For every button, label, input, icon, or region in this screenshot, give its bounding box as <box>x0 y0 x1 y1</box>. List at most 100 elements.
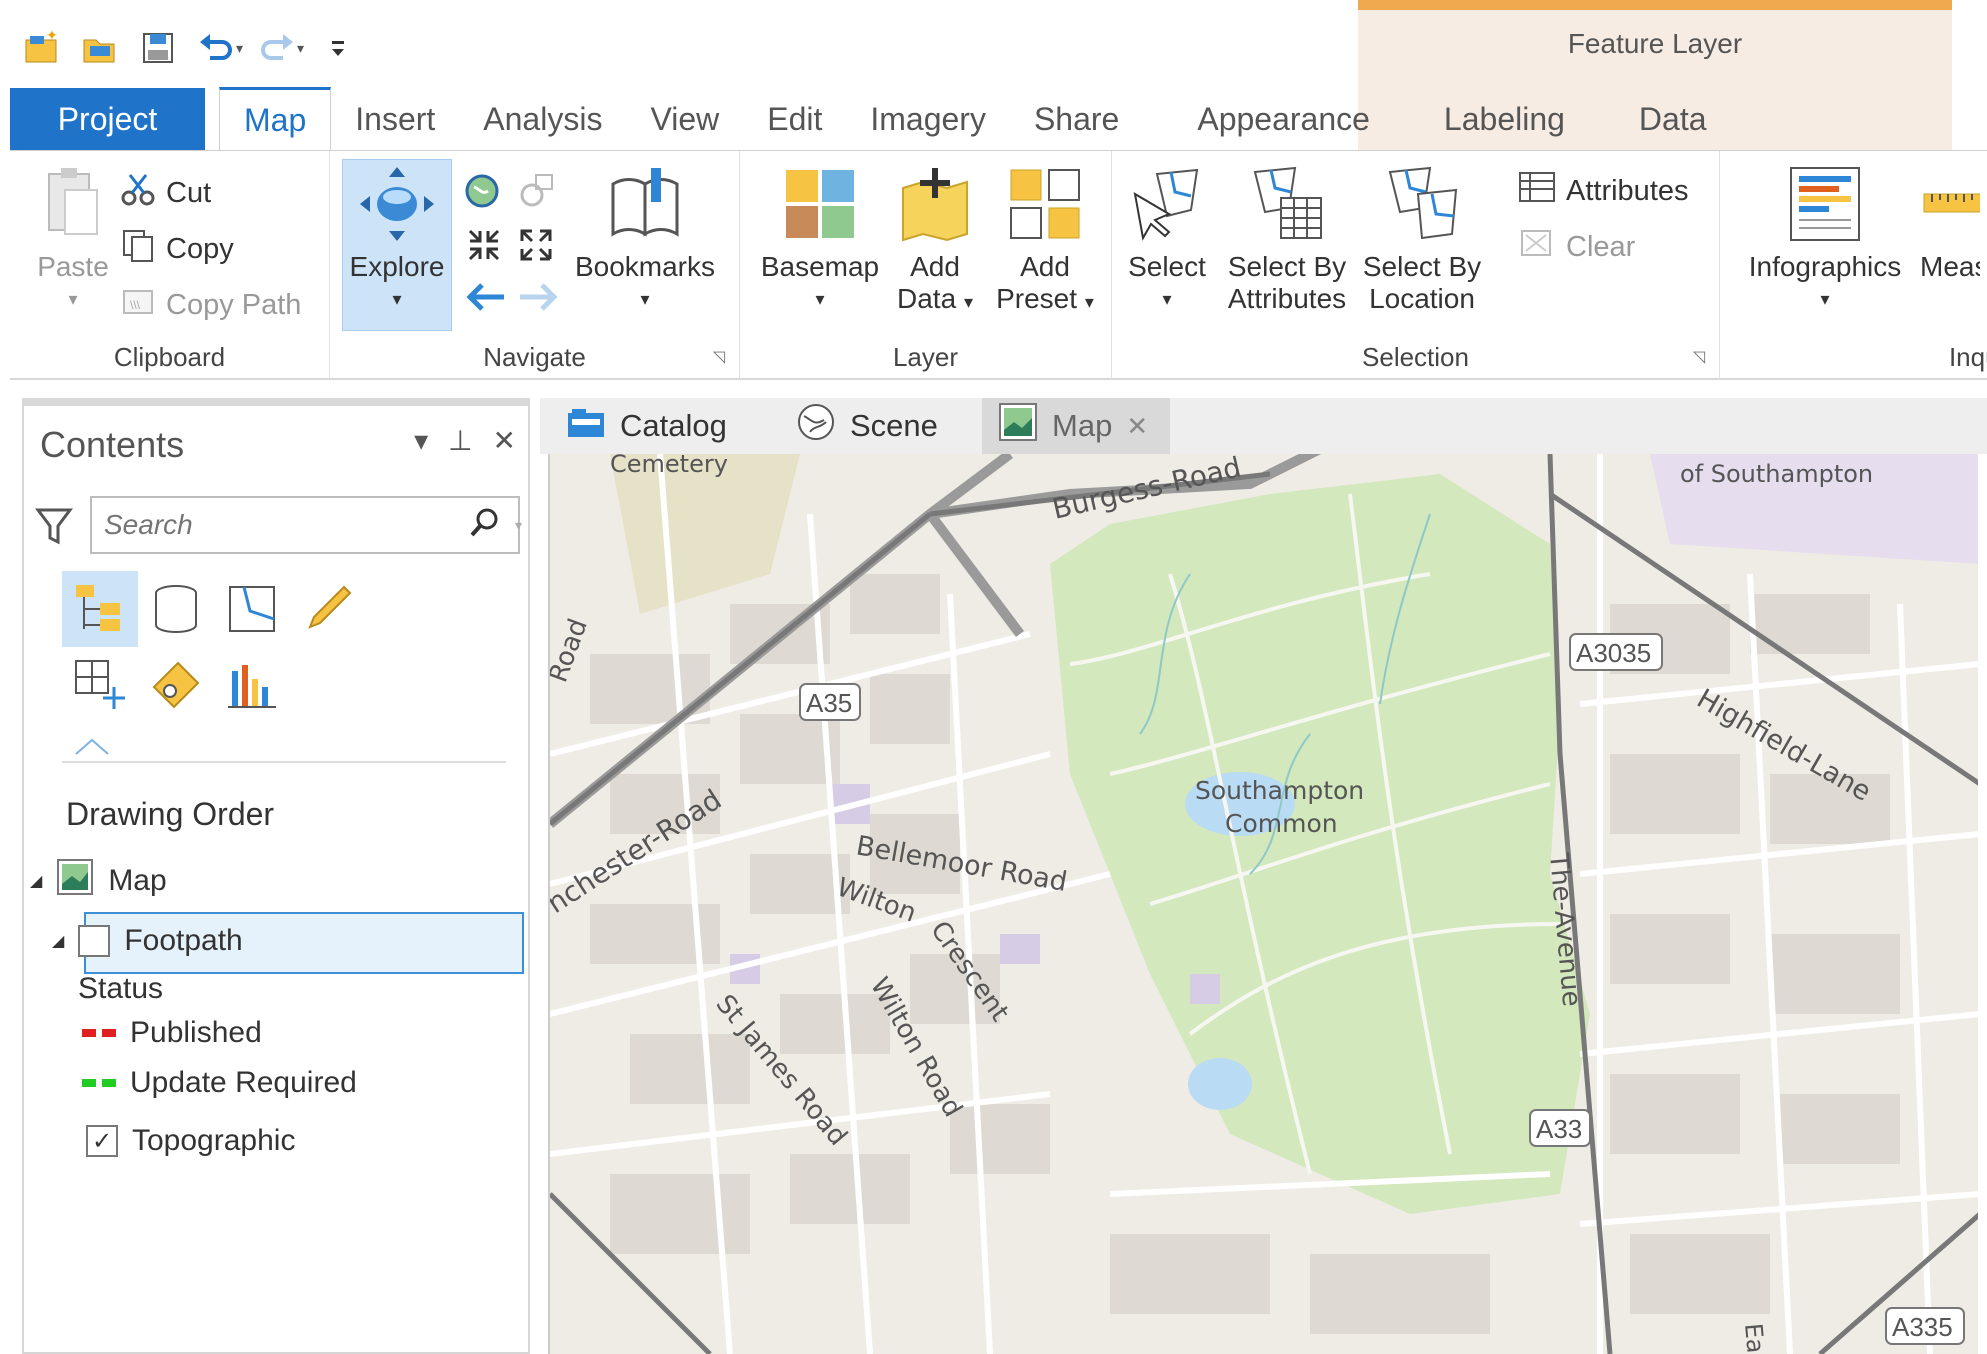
clear-label: Clear <box>1566 230 1636 263</box>
search-icon[interactable] <box>469 507 501 544</box>
tab-imagery[interactable]: Imagery <box>846 88 1010 150</box>
map-canvas[interactable]: Cemetery Burgess-Road of Southampton Roa… <box>550 454 1978 1354</box>
map-view-label: Map <box>1052 408 1113 443</box>
catalog-label: Catalog <box>620 408 727 443</box>
new-project-icon[interactable]: ✦ <box>18 24 66 72</box>
tab-catalog[interactable]: Catalog <box>550 398 743 454</box>
save-project-icon[interactable] <box>134 24 182 72</box>
add-data-button[interactable]: Add Data ▾ <box>890 159 980 318</box>
contents-pane: Contents ▾ ⊥ ✕ ▾ <box>22 398 530 1354</box>
list-by-data-source-icon[interactable] <box>138 571 214 647</box>
fixed-zoom-in-icon[interactable] <box>464 225 504 270</box>
select-by-attributes-button[interactable]: Select By Attributes <box>1222 159 1352 315</box>
topographic-layer-item[interactable]: ✓ Topographic <box>86 1124 295 1158</box>
open-project-icon[interactable] <box>76 24 124 72</box>
full-extent-icon[interactable] <box>462 171 502 216</box>
copy-button[interactable]: Copy <box>120 227 234 271</box>
list-by-selection-icon[interactable] <box>214 571 290 647</box>
undo-dropdown-icon[interactable]: ▾ <box>236 40 243 57</box>
close-pane-icon[interactable]: ✕ <box>493 424 516 457</box>
close-map-tab-icon[interactable]: ✕ <box>1126 411 1148 442</box>
basemap-dropdown-icon: ▾ <box>815 289 825 309</box>
infographics-dropdown-icon: ▾ <box>1820 289 1830 309</box>
footpath-layer-item[interactable]: ◢ Footpath <box>52 924 243 958</box>
paste-button[interactable]: Paste ▾ <box>18 159 128 315</box>
basemap-button[interactable]: Basemap ▾ <box>760 159 880 315</box>
legend-update-required[interactable]: Update Required <box>82 1066 357 1100</box>
tab-data[interactable]: Data <box>1589 88 1731 150</box>
svg-text:A3035: A3035 <box>1576 638 1651 668</box>
search-input[interactable] <box>104 509 469 541</box>
map-view[interactable]: Cemetery Burgess-Road of Southampton Roa… <box>548 454 1978 1354</box>
list-by-editing-icon[interactable] <box>290 571 366 647</box>
topographic-visibility-checkbox[interactable]: ✓ <box>86 1125 118 1157</box>
zoom-to-selection-icon[interactable] <box>516 171 556 216</box>
quick-access-toolbar: ✦ ▾ ▾ <box>18 18 362 78</box>
redo-icon[interactable] <box>253 24 301 72</box>
collapse-footpath-icon[interactable]: ◢ <box>52 931 64 951</box>
context-group-title: Feature Layer <box>1567 28 1743 59</box>
tab-analysis[interactable]: Analysis <box>459 88 626 150</box>
search-options-icon[interactable]: ▾ <box>515 517 522 534</box>
customize-qat-icon[interactable] <box>314 24 362 72</box>
filter-icon[interactable] <box>34 506 74 551</box>
clear-selection-button[interactable]: Clear <box>1518 227 1635 267</box>
navigate-group: Explore ▾ Bookmarks ▾ Navigate ◹ <box>330 151 740 379</box>
selection-group-label: Selection <box>1362 342 1469 372</box>
tab-edit[interactable]: Edit <box>743 88 846 150</box>
map-label-earls: Earls <box>1739 1322 1772 1354</box>
add-preset-label-2: Preset ▾ <box>996 283 1094 314</box>
list-by-snapping-icon[interactable] <box>62 647 138 723</box>
published-symbol-icon <box>82 1029 116 1037</box>
collapse-toolbar-icon[interactable] <box>72 736 112 761</box>
tab-insert[interactable]: Insert <box>331 88 459 150</box>
pin-icon[interactable]: ⊥ <box>448 424 472 457</box>
navigate-launcher-icon[interactable]: ◹ <box>713 347 725 367</box>
clipboard-group-label: Clipboard <box>113 342 226 372</box>
select-by-location-icon <box>1382 159 1462 249</box>
next-extent-icon[interactable] <box>516 279 560 320</box>
svg-text:A35: A35 <box>806 688 852 718</box>
measure-button[interactable]: Measure <box>1920 159 1980 283</box>
fixed-zoom-out-icon[interactable] <box>516 225 556 270</box>
layer-group: Basemap ▾ Add Data ▾ Add Preset ▾ Layer <box>740 151 1112 379</box>
previous-extent-icon[interactable] <box>464 279 508 320</box>
tab-appearance[interactable]: Appearance <box>1173 88 1394 150</box>
tab-map-view[interactable]: Map ✕ <box>982 398 1170 454</box>
undo-icon[interactable] <box>192 24 240 72</box>
list-by-charts-icon[interactable] <box>214 647 290 723</box>
contents-search-box[interactable]: ▾ <box>90 496 522 554</box>
list-by-labeling-icon[interactable] <box>138 647 214 723</box>
attributes-button[interactable]: Attributes <box>1518 171 1689 211</box>
explore-label: Explore <box>349 251 445 282</box>
tab-share[interactable]: Share <box>1010 88 1143 150</box>
tab-map[interactable]: Map <box>219 87 332 151</box>
tab-labeling[interactable]: Labeling <box>1394 88 1589 150</box>
cut-button[interactable]: Cut <box>120 171 211 215</box>
bookmarks-button[interactable]: Bookmarks ▾ <box>570 159 720 315</box>
list-by-drawing-order-icon[interactable] <box>62 571 138 647</box>
select-by-attributes-label-1: Select By <box>1227 251 1347 282</box>
tab-scene[interactable]: Scene <box>780 398 954 454</box>
selection-launcher-icon[interactable]: ◹ <box>1693 347 1705 367</box>
map-tree-item[interactable]: ◢ Map <box>30 858 167 904</box>
copy-path-button[interactable]: \\\ Copy Path <box>120 283 301 327</box>
attributes-table-icon <box>1518 171 1556 211</box>
infographics-button[interactable]: Infographics ▾ <box>1740 159 1910 315</box>
copy-path-label: Copy Path <box>166 288 302 321</box>
published-label: Published <box>130 1016 262 1049</box>
redo-dropdown-icon[interactable]: ▾ <box>297 40 304 57</box>
select-by-location-button[interactable]: Select By Location <box>1357 159 1487 315</box>
inquiry-group-label: Inquiry <box>1948 342 1987 372</box>
footpath-visibility-checkbox[interactable] <box>78 925 111 957</box>
collapse-map-icon[interactable]: ◢ <box>30 871 42 891</box>
select-button[interactable]: Select ▾ <box>1122 159 1212 315</box>
add-preset-button[interactable]: Add Preset ▾ <box>990 159 1100 318</box>
tab-project[interactable]: Project <box>10 88 205 150</box>
legend-published[interactable]: Published <box>82 1016 262 1050</box>
pane-menu-icon[interactable]: ▾ <box>414 424 428 457</box>
tab-view[interactable]: View <box>626 88 743 150</box>
explore-button[interactable]: Explore ▾ <box>342 159 452 315</box>
ribbon: Paste ▾ Cut Copy \\\ Copy Path Clipboard <box>10 150 1987 380</box>
bookmarks-icon <box>605 159 685 249</box>
